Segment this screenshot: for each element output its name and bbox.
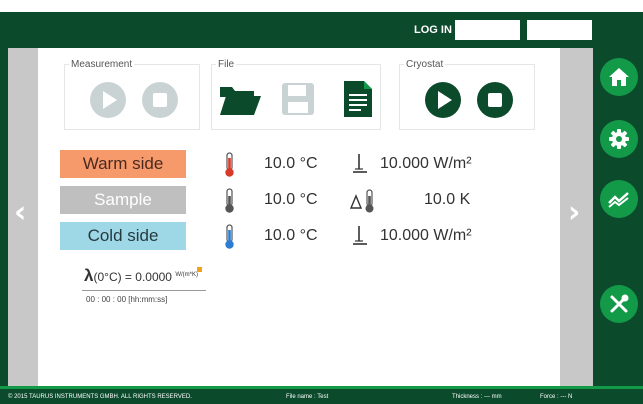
- lambda-unit: W/(m*K): [175, 272, 198, 278]
- previous-page-button[interactable]: ‹: [8, 48, 38, 386]
- chart-icon: [608, 192, 629, 208]
- left-rail: [0, 48, 8, 386]
- chevron-right-icon: ›: [568, 195, 581, 230]
- heat-flux-icon: [353, 226, 367, 245]
- next-page-button[interactable]: ›: [560, 48, 593, 386]
- cryostat-label: Cryostat: [404, 59, 446, 70]
- divider: [82, 290, 206, 291]
- chevron-left-icon: ‹: [14, 195, 27, 230]
- save-button[interactable]: [280, 81, 316, 117]
- measurement-label: Measurement: [69, 59, 135, 70]
- cryostat-play-button[interactable]: [424, 81, 462, 119]
- file-group: File: [211, 59, 381, 130]
- warm-temperature: 10.0 °C: [264, 155, 318, 172]
- warm-side-label: Warm side: [60, 150, 186, 178]
- chart-button[interactable]: [600, 180, 638, 218]
- copyright-text: © 2015 TAURUS INSTRUMENTS GMBH. ALL RIGH…: [8, 394, 192, 400]
- thermometer-hot-icon: [225, 152, 234, 177]
- home-button[interactable]: [600, 58, 638, 96]
- top-bar: LOG IN: [0, 12, 643, 48]
- lambda-value: λ(0°C) = 0.0000 W/(m*K): [84, 266, 198, 286]
- thermometer-icon: [225, 188, 234, 213]
- thickness-text: Thickness : --- mm: [452, 394, 502, 400]
- file-name-text: File name : Test: [286, 394, 329, 400]
- password-field[interactable]: [527, 20, 592, 40]
- lambda-result: λ(0°C) = 0.0000 W/(m*K) 00 : 00 : 00 [hh…: [78, 262, 206, 312]
- cold-side-label: Cold side: [60, 222, 186, 250]
- heat-flux-icon: [353, 154, 367, 173]
- tools-button[interactable]: [600, 285, 638, 323]
- gear-icon: [609, 129, 629, 149]
- report-button[interactable]: [342, 79, 374, 119]
- file-label: File: [216, 59, 237, 70]
- warm-heat-flux: 10.000 W/m²: [380, 155, 472, 172]
- sample-delta-temperature: 10.0 K: [424, 191, 471, 208]
- force-text: Force : --- N: [540, 394, 573, 400]
- sample-temperature: 10.0 °C: [264, 191, 318, 208]
- tools-icon: [610, 294, 629, 313]
- measurement-stop-button[interactable]: [141, 81, 179, 119]
- status-indicator: [197, 267, 202, 272]
- open-file-button[interactable]: [218, 83, 262, 117]
- footer-stripe: [0, 386, 643, 389]
- home-icon: [609, 68, 629, 86]
- sample-label: Sample: [60, 186, 186, 214]
- elapsed-timer: 00 : 00 : 00 [hh:mm:ss]: [86, 295, 168, 304]
- lambda-condition: (0°C) = 0.0000: [93, 270, 172, 284]
- status-bar: © 2015 TAURUS INSTRUMENTS GMBH. ALL RIGH…: [0, 386, 643, 404]
- measurement-play-button[interactable]: [89, 81, 127, 119]
- delta-temperature-icon: [349, 189, 374, 213]
- cryostat-stop-button[interactable]: [476, 81, 514, 119]
- settings-button[interactable]: [600, 120, 638, 158]
- username-field[interactable]: [455, 20, 520, 40]
- cold-heat-flux: 10.000 W/m²: [380, 227, 472, 244]
- thermometer-cold-icon: [225, 224, 234, 249]
- cold-temperature: 10.0 °C: [264, 227, 318, 244]
- cryostat-group: Cryostat: [399, 59, 535, 130]
- login-label[interactable]: LOG IN: [414, 24, 452, 36]
- measurement-group: Measurement: [64, 59, 200, 130]
